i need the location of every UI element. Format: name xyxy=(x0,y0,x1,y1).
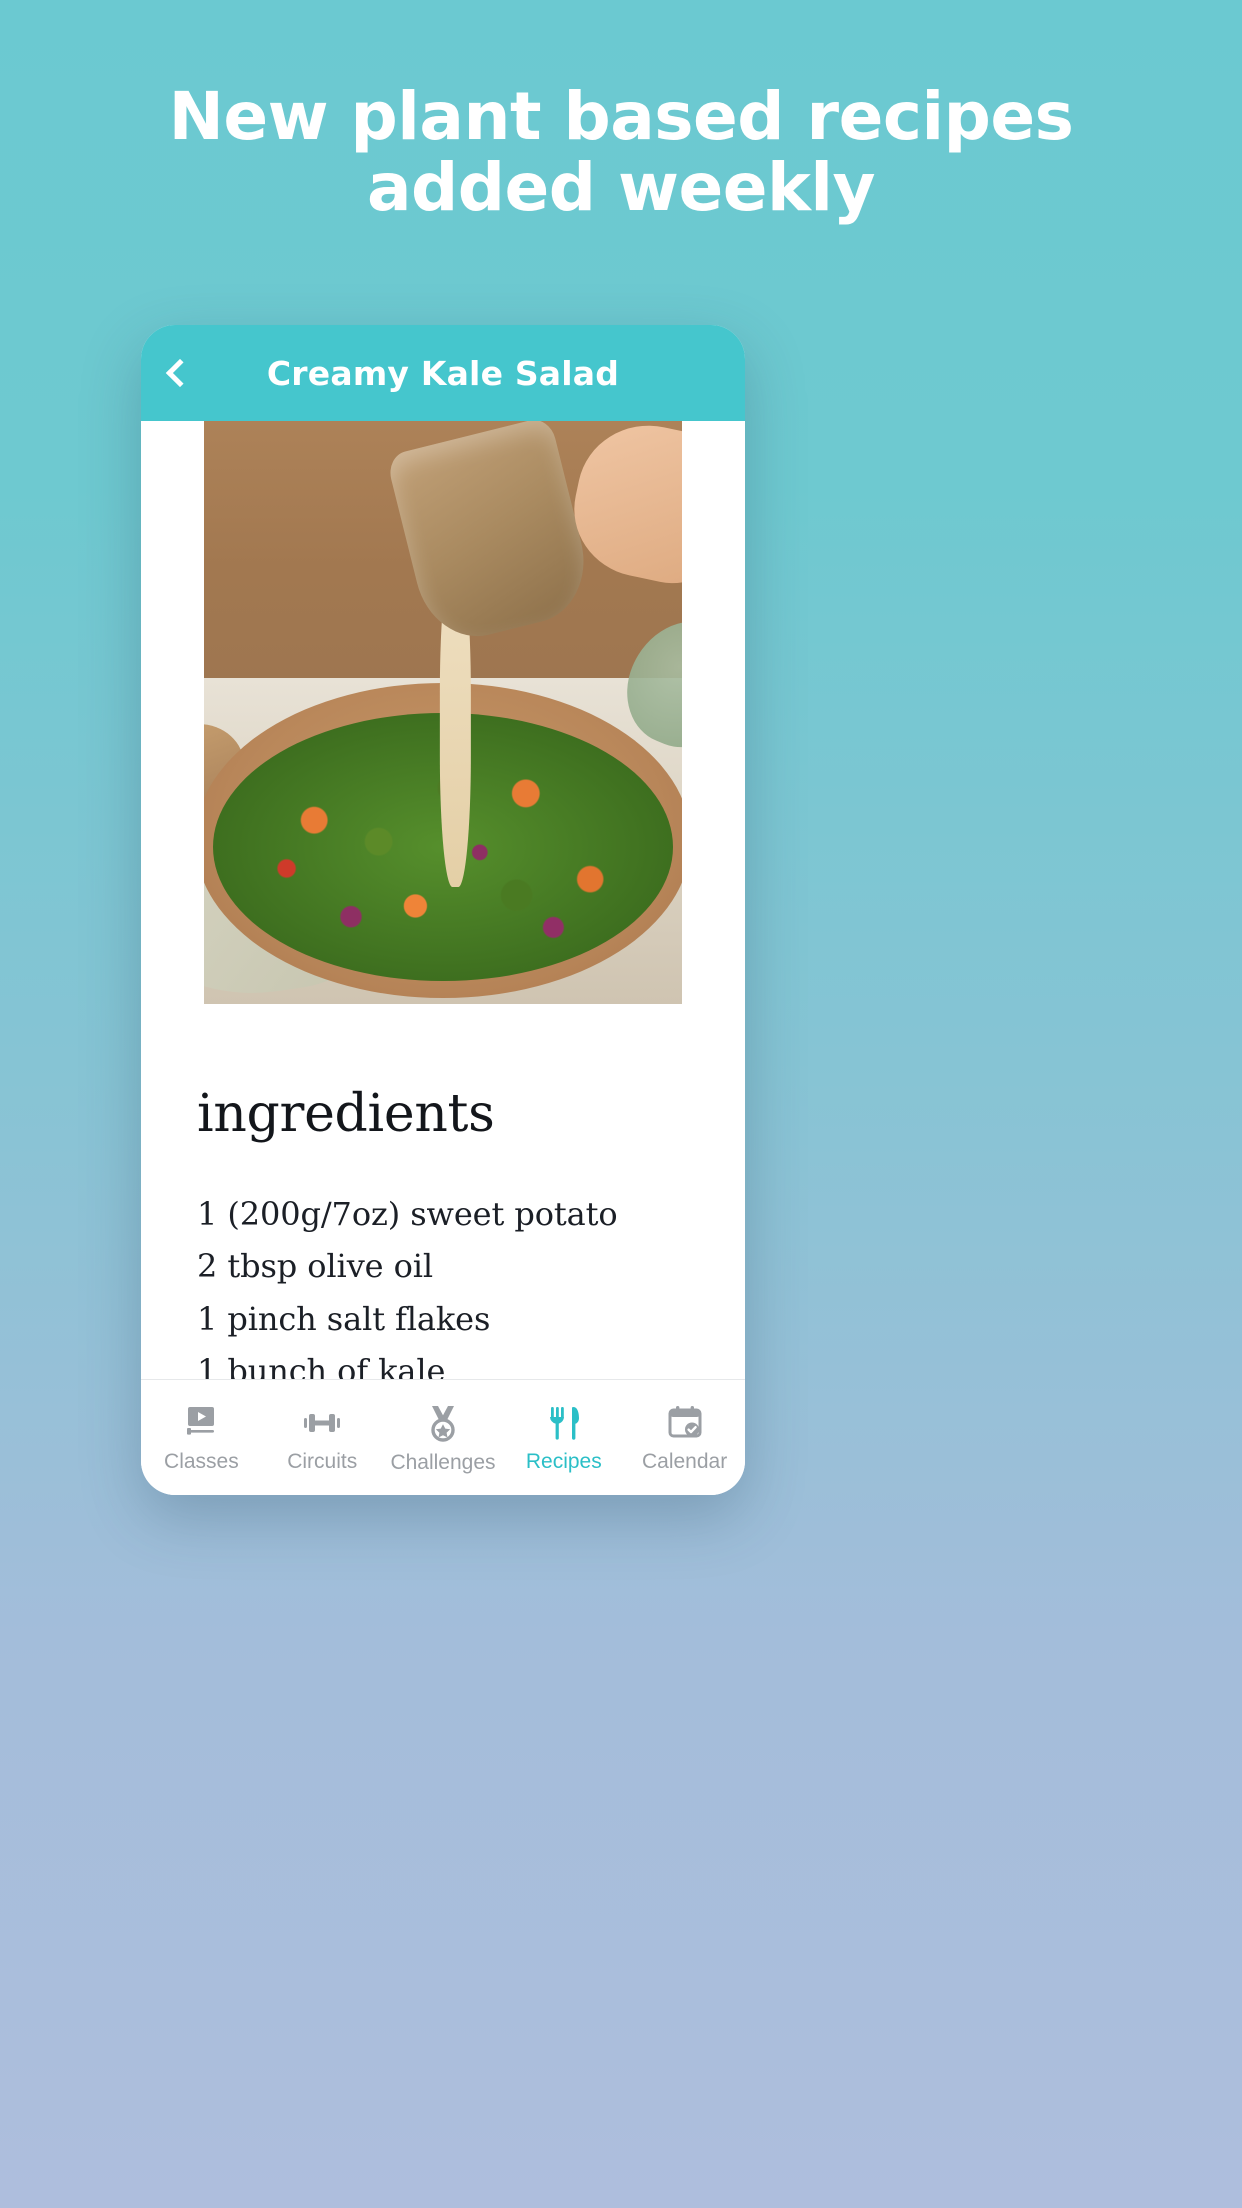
tab-recipes[interactable]: Recipes xyxy=(503,1380,624,1495)
list-item: 1 bunch of kale xyxy=(197,1352,446,1379)
list-item: 2 tbsp olive oil xyxy=(197,1247,434,1286)
tab-classes[interactable]: Classes xyxy=(141,1380,262,1495)
list-item: 1 pinch salt flakes xyxy=(197,1299,491,1338)
medal-icon xyxy=(424,1404,462,1442)
tab-calendar[interactable]: Calendar xyxy=(624,1380,745,1495)
app-header: Creamy Kale Salad xyxy=(141,325,745,421)
tab-label: Challenges xyxy=(390,1451,496,1474)
calendar-check-icon xyxy=(666,1405,704,1441)
promo-headline-line-2: added weekly xyxy=(366,148,876,226)
tab-label: Recipes xyxy=(525,1450,602,1473)
tab-label: Circuits xyxy=(287,1450,358,1473)
back-button[interactable] xyxy=(141,325,213,421)
tab-label: Calendar xyxy=(641,1450,728,1473)
list-item: 1 (200g/7oz) sweet potato xyxy=(197,1195,618,1233)
tab-label: Classes xyxy=(164,1450,239,1473)
hero-left-margin xyxy=(141,421,204,1004)
promo-headline: New plant based recipes added weekly xyxy=(0,78,1242,226)
tab-challenges[interactable]: Challenges xyxy=(383,1380,504,1495)
recipe-hero-image xyxy=(141,421,745,1004)
video-player-icon xyxy=(182,1405,220,1441)
dumbbell-icon xyxy=(302,1405,342,1441)
ingredients-section: ingredients 1 (200g/7oz) sweet potato 2 … xyxy=(141,1004,745,1379)
fork-knife-icon xyxy=(546,1405,582,1441)
ingredients-heading: ingredients xyxy=(197,1084,495,1144)
ingredients-list: 1 (200g/7oz) sweet potato 2 tbsp olive o… xyxy=(197,1188,745,1379)
promo-headline-line-1: New plant based recipes xyxy=(168,78,1074,155)
bottom-tab-bar: Classes Circuits Challenges Recipes Cale… xyxy=(141,1379,745,1495)
app-content: ingredients 1 (200g/7oz) sweet potato 2 … xyxy=(141,421,745,1379)
hero-right-margin xyxy=(682,421,745,1004)
phone-mockup: Creamy Kale Salad ingredients 1 (200g/7o… xyxy=(141,325,745,1495)
chevron-left-icon xyxy=(165,358,195,388)
page-title: Creamy Kale Salad xyxy=(266,353,620,393)
tab-circuits[interactable]: Circuits xyxy=(262,1380,383,1495)
